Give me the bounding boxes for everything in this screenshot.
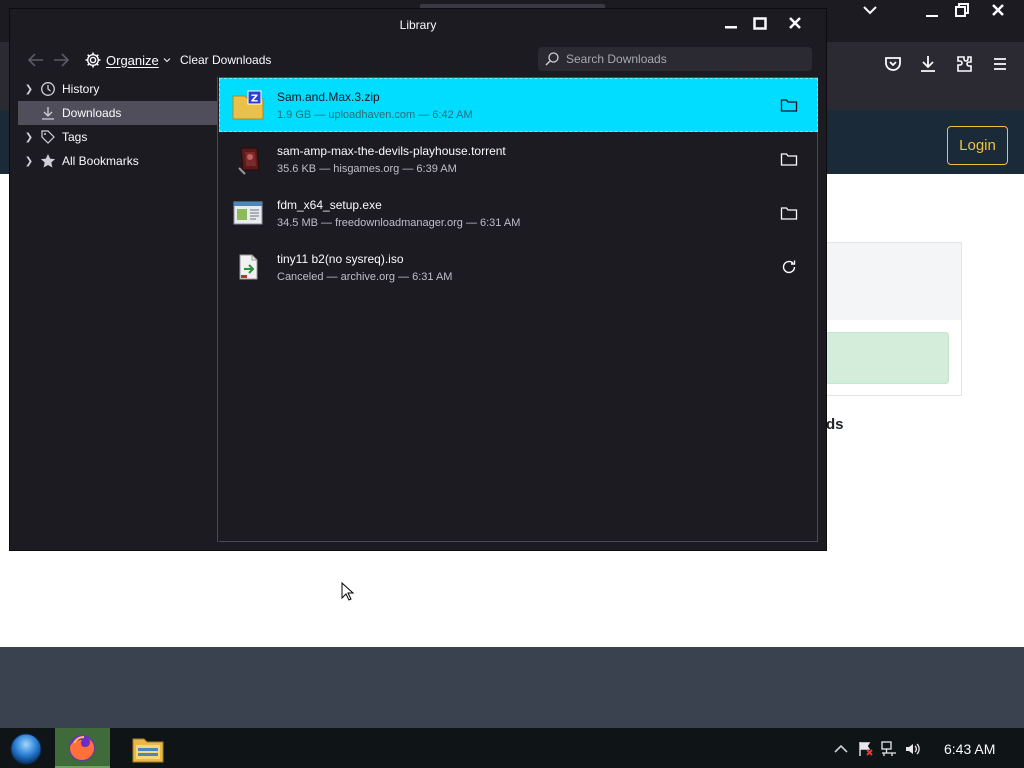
extensions-icon[interactable]: [952, 52, 976, 76]
downloads-list: Z Sam.and.Max.3.zip 1.9 GB — uploadhaven…: [219, 77, 818, 542]
background-heading-fragment: ds: [826, 416, 844, 433]
back-arrow-icon[interactable]: [26, 51, 46, 69]
show-hidden-icons-icon[interactable]: [832, 740, 850, 758]
folder-icon: [132, 738, 164, 763]
sidebar-item-label: Downloads: [62, 106, 122, 120]
download-item-tiny11-iso[interactable]: tiny11 b2(no sysreq).iso Canceled — arch…: [219, 240, 818, 294]
star-icon: [40, 153, 56, 169]
sidebar-item-history[interactable]: ❯ History: [18, 77, 217, 101]
download-item-torrent[interactable]: sam-amp-max-the-devils-playhouse.torrent…: [219, 132, 818, 186]
volume-icon[interactable]: [904, 740, 922, 758]
forward-arrow-icon[interactable]: [51, 51, 71, 69]
expand-arrow-icon[interactable]: ❯: [18, 84, 40, 95]
network-icon[interactable]: [880, 740, 898, 758]
sidebar-item-label: History: [62, 82, 100, 96]
clear-downloads-button[interactable]: Clear Downloads: [180, 53, 271, 67]
menu-icon[interactable]: [988, 52, 1012, 76]
disc-image-icon: [239, 254, 258, 280]
search-downloads-input[interactable]: [566, 52, 806, 66]
taskbar-file-explorer-button[interactable]: [120, 728, 175, 768]
organize-button[interactable]: Organize: [84, 49, 171, 71]
sidebar-item-all-bookmarks[interactable]: ❯ All Bookmarks: [18, 149, 217, 173]
download-status: Canceled — archive.org — 6:31 AM: [277, 271, 453, 283]
chevron-down-icon: [163, 58, 171, 63]
library-minimize-button[interactable]: [716, 13, 746, 37]
library-maximize-button[interactable]: [745, 13, 775, 37]
library-window: Library Organize Clear Downloads Search …: [10, 9, 826, 550]
clock-icon: [40, 81, 56, 97]
expand-arrow-icon[interactable]: ❯: [18, 156, 40, 167]
library-close-button[interactable]: [780, 13, 810, 37]
site-footer: [0, 647, 1024, 728]
library-titlebar[interactable]: Library: [10, 9, 826, 43]
downloads-toolbar-icon[interactable]: [916, 52, 940, 76]
taskbar-clock[interactable]: 6:43 AM: [944, 741, 995, 757]
mouse-cursor-icon: [341, 582, 355, 601]
download-status: 35.6 KB — hisgames.org — 6:39 AM: [277, 163, 457, 175]
sidebar-item-downloads[interactable]: Downloads: [18, 101, 217, 125]
pocket-icon[interactable]: [881, 52, 905, 76]
retry-icon[interactable]: [779, 257, 799, 277]
open-folder-icon[interactable]: [779, 95, 799, 115]
torrent-file-icon: [238, 147, 260, 175]
background-success-alert: [826, 332, 949, 384]
gear-icon: [85, 52, 101, 68]
download-status: 34.5 MB — freedownloadmanager.org — 6:31…: [277, 217, 521, 229]
action-center-flag-icon[interactable]: [856, 740, 874, 758]
svg-text:Z: Z: [251, 94, 258, 105]
sidebar-item-label: Tags: [62, 130, 88, 144]
organize-label: Organize: [106, 52, 159, 68]
download-status: 1.9 GB — uploadhaven.com — 6:42 AM: [277, 109, 473, 121]
library-sidebar: ❯ History Downloads ❯ Tags ❯ All Bookmar…: [18, 77, 218, 542]
expand-arrow-icon[interactable]: ❯: [18, 132, 40, 143]
download-filename: fdm_x64_setup.exe: [277, 198, 382, 212]
search-icon: [545, 52, 559, 66]
library-toolbar: Organize Clear Downloads: [10, 43, 826, 77]
zip-archive-icon: Z: [232, 90, 264, 120]
search-box[interactable]: [538, 47, 812, 71]
download-filename: Sam.and.Max.3.zip: [277, 90, 380, 104]
tag-icon: [40, 129, 56, 145]
download-item-fdm-setup[interactable]: fdm_x64_setup.exe 34.5 MB — freedownload…: [219, 186, 818, 240]
sidebar-item-tags[interactable]: ❯ Tags: [18, 125, 217, 149]
login-button[interactable]: Login: [947, 126, 1008, 165]
browser-close-button[interactable]: [980, 0, 1016, 20]
download-filename: sam-amp-max-the-devils-playhouse.torrent: [277, 144, 506, 158]
taskbar-firefox-button[interactable]: [55, 728, 110, 768]
open-folder-icon[interactable]: [779, 149, 799, 169]
browser-tab-list-icon[interactable]: [852, 0, 888, 20]
open-folder-icon[interactable]: [779, 203, 799, 223]
executable-icon: [233, 201, 263, 225]
browser-restore-button[interactable]: [944, 0, 980, 20]
sidebar-item-label: All Bookmarks: [62, 154, 139, 168]
firefox-icon: [69, 735, 95, 761]
library-title: Library: [399, 18, 437, 32]
start-orb-icon[interactable]: [6, 731, 46, 765]
download-icon: [40, 105, 56, 121]
download-filename: tiny11 b2(no sysreq).iso: [277, 252, 404, 266]
taskbar: 6:43 AM: [0, 728, 1024, 768]
download-item-sam-and-max-zip[interactable]: Z Sam.and.Max.3.zip 1.9 GB — uploadhaven…: [219, 78, 818, 132]
